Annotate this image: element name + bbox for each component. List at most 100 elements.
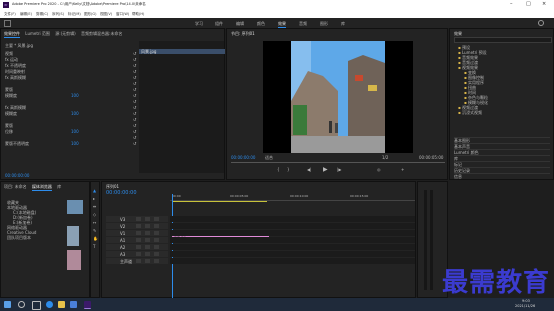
thumbnail-1[interactable] (67, 200, 83, 214)
toggle-lock-icon[interactable] (136, 245, 141, 249)
work-area-bar[interactable] (172, 201, 267, 202)
resolution-select[interactable]: 1/2 (382, 155, 388, 160)
toggle-sync-icon[interactable] (145, 224, 150, 228)
ripple-edit-tool-icon[interactable]: ⇹ (93, 204, 96, 209)
reset-icon[interactable]: ↺ (133, 141, 136, 146)
track-header[interactable]: 主声道 (106, 258, 168, 264)
track-lane[interactable] (170, 258, 415, 264)
reset-icon[interactable]: ↺ (133, 123, 136, 128)
workspace-effects[interactable]: 效果 (278, 21, 286, 28)
toggle-lock-icon[interactable] (136, 238, 141, 242)
track-lane[interactable] (170, 230, 415, 236)
tab-libraries[interactable]: 库 (57, 184, 61, 190)
workspace-editing[interactable]: 编辑 (236, 21, 244, 27)
tab-source[interactable]: 源:(无剪辑) (55, 31, 75, 37)
toggle-sync-icon[interactable] (145, 252, 150, 256)
windows-start-icon[interactable] (4, 301, 11, 308)
effect-row-value[interactable]: 100 (71, 111, 79, 116)
type-tool-icon[interactable]: T (93, 244, 95, 249)
toggle-lock-icon[interactable] (136, 259, 141, 263)
reset-icon[interactable]: ↺ (133, 87, 136, 92)
reset-icon[interactable]: ↺ (133, 69, 136, 74)
toggle-sync-icon[interactable] (145, 245, 150, 249)
toggle-lock-icon[interactable] (136, 217, 141, 221)
tab-project[interactable]: 项目: 未命名 (4, 184, 27, 190)
minimize-button[interactable]: – (510, 1, 513, 7)
effect-row-value[interactable]: 100 (71, 129, 79, 134)
effect-row[interactable]: fx 高斯模糊 ↺ (5, 105, 136, 110)
maximize-button[interactable]: □ (526, 1, 531, 7)
reset-icon[interactable]: ↺ (133, 135, 136, 140)
toggle-lock-icon[interactable] (136, 252, 141, 256)
effects-tree-item[interactable]: ▪ 沉浸式视频 (458, 110, 482, 116)
effect-row[interactable]: fx 高斯模糊 ↺ (5, 75, 136, 80)
menu-help[interactable]: 帮助(H) (132, 12, 144, 17)
track-header[interactable]: A3 (106, 251, 168, 257)
track-header[interactable]: V3 (106, 216, 168, 222)
toggle-visibility-icon[interactable] (154, 224, 159, 228)
toggle-visibility-icon[interactable] (154, 245, 159, 249)
toggle-visibility-icon[interactable] (154, 217, 159, 221)
reset-icon[interactable]: ↺ (133, 99, 136, 104)
reset-icon[interactable]: ↺ (133, 81, 136, 86)
task-view-icon[interactable] (32, 301, 41, 310)
tab-media-browser[interactable]: 媒体浏览器 (31, 184, 52, 191)
toggle-visibility-icon[interactable] (154, 259, 159, 263)
toggle-visibility-icon[interactable] (154, 252, 159, 256)
track-header[interactable]: A2 (106, 244, 168, 250)
toggle-sync-icon[interactable] (145, 238, 150, 242)
effect-row[interactable]: 模糊度 100 ↺ (5, 111, 136, 116)
workspace-graphics[interactable]: 图形 (320, 21, 328, 27)
play-icon[interactable]: ▶ (323, 166, 328, 173)
effects-section-header[interactable]: 信息 (454, 173, 550, 180)
toggle-sync-icon[interactable] (145, 217, 150, 221)
hand-tool-icon[interactable]: ✋ (93, 236, 98, 241)
media-browser-item[interactable]: 团队项目版本 (7, 235, 31, 241)
thumbnail-3[interactable] (67, 250, 81, 270)
reset-icon[interactable]: ↺ (133, 75, 136, 80)
toggle-visibility-icon[interactable] (154, 238, 159, 242)
pen-tool-icon[interactable]: ✎ (93, 228, 96, 233)
effects-search-field[interactable] (454, 37, 552, 43)
track-header[interactable]: V2 (106, 223, 168, 229)
track-header[interactable]: A1 (106, 237, 168, 243)
toggle-sync-icon[interactable] (145, 231, 150, 235)
close-button[interactable]: × (542, 1, 546, 7)
slip-tool-icon[interactable]: ↔ (93, 220, 96, 225)
reset-icon[interactable]: ↺ (133, 57, 136, 62)
step-back-icon[interactable]: ◀| (307, 167, 311, 172)
fit-select[interactable]: 适合 (265, 155, 273, 161)
menu-graphics[interactable]: 图形(G) (84, 12, 96, 17)
reset-icon[interactable]: ↺ (133, 105, 136, 110)
workspace-audio[interactable]: 音频 (299, 21, 307, 27)
toggle-sync-icon[interactable] (145, 259, 150, 263)
file-explorer-icon[interactable] (58, 301, 65, 308)
mark-in-icon[interactable]: { (277, 167, 280, 172)
effect-row-value[interactable]: 100 (71, 141, 79, 146)
search-icon[interactable] (538, 20, 544, 26)
reset-icon[interactable]: ↺ (133, 93, 136, 98)
tab-audio-mixer[interactable]: 音频剪辑混合器:未命名 (81, 31, 122, 37)
premiere-taskbar-icon[interactable] (84, 301, 91, 309)
effect-row[interactable]: 模糊度 100 ↺ (5, 93, 136, 98)
thumbnail-2[interactable] (67, 226, 79, 246)
step-forward-icon[interactable]: |▶ (337, 167, 341, 172)
track-lane[interactable] (170, 251, 415, 257)
effect-row[interactable]: fx 不透明度 ↺ (5, 63, 136, 68)
edge-icon[interactable] (46, 301, 53, 308)
menu-marker[interactable]: 标记(M) (68, 12, 81, 17)
track-lane[interactable] (170, 216, 415, 222)
reset-icon[interactable]: ↺ (133, 129, 136, 134)
menu-clip[interactable]: 剪辑(C) (36, 12, 48, 17)
reset-icon[interactable]: ↺ (133, 63, 136, 68)
workspace-color[interactable]: 颜色 (257, 21, 265, 27)
track-lane[interactable] (170, 237, 415, 243)
toggle-lock-icon[interactable] (136, 231, 141, 235)
track-header[interactable]: V1 (106, 230, 168, 236)
export-frame-icon[interactable]: ◎ (377, 167, 381, 172)
toggle-lock-icon[interactable] (136, 224, 141, 228)
add-button-icon[interactable]: + (401, 167, 404, 172)
menu-file[interactable]: 文件(F) (4, 12, 16, 17)
effect-row[interactable]: 蒙版 ↺ (5, 87, 136, 92)
menu-view[interactable]: 视图(V) (100, 12, 112, 17)
